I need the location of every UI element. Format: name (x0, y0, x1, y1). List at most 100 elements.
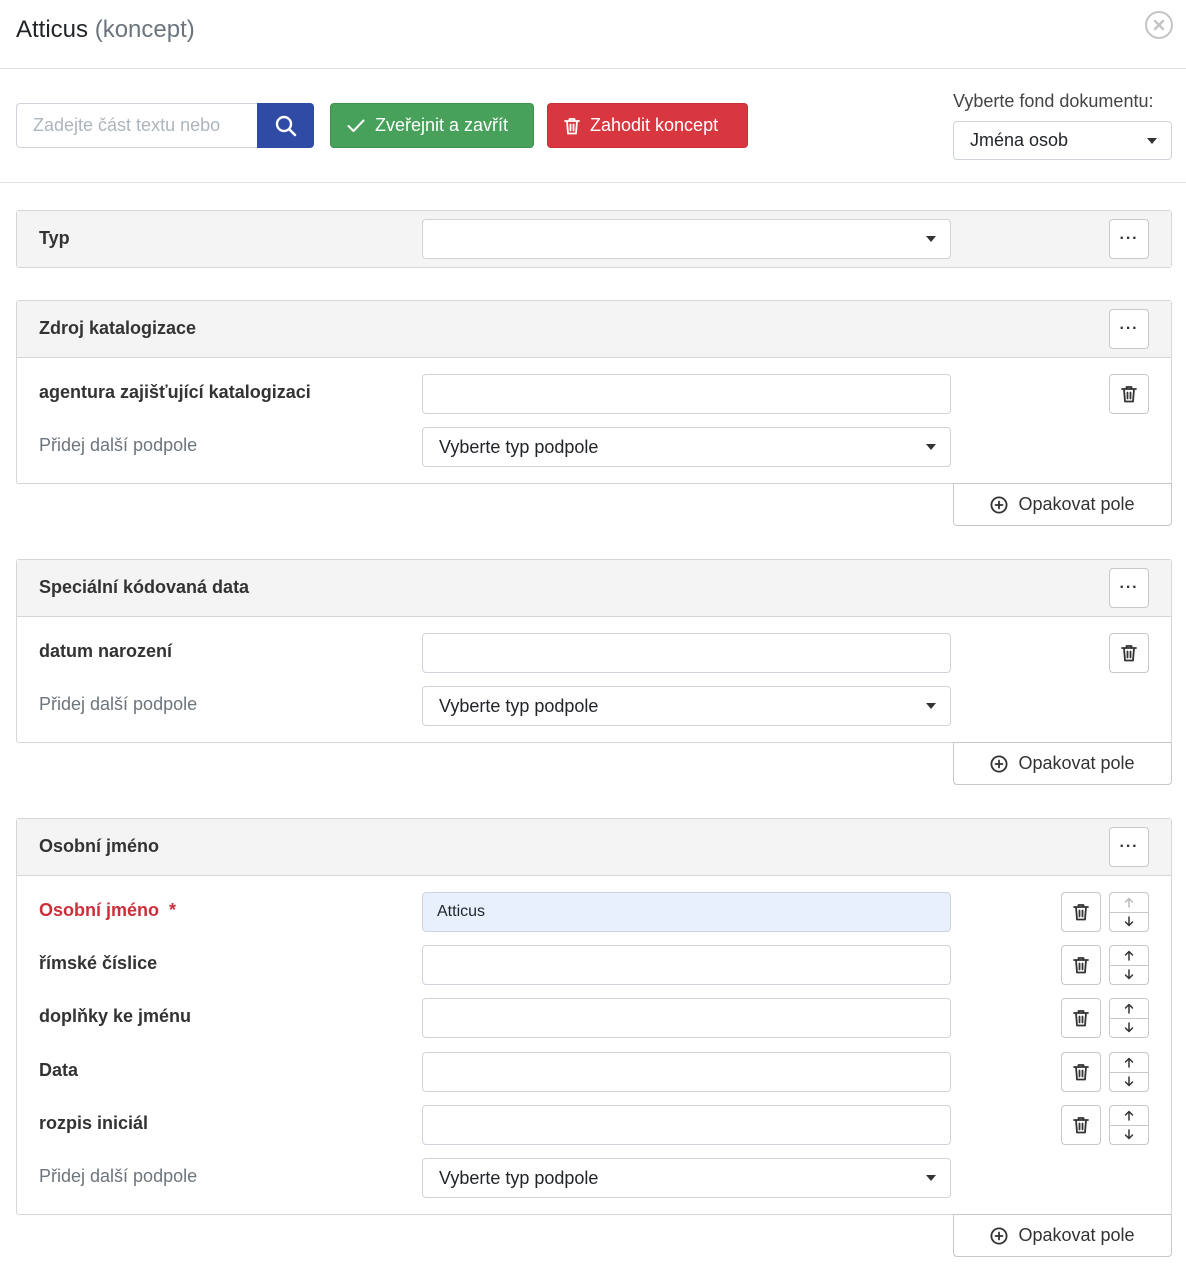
subfield-label: rozpis iniciál (39, 1113, 149, 1133)
add-subfield-row: Přidej další podpole Vyberte typ podpole (17, 1158, 1171, 1198)
arrow-up-icon (1124, 1003, 1134, 1014)
subfield-label-required: Osobní jméno * (39, 900, 176, 921)
subfield-row: rozpis iniciál (17, 1105, 1171, 1145)
arrow-up-icon (1124, 950, 1134, 961)
arrow-down-icon (1124, 1076, 1134, 1087)
trash-icon (1073, 1064, 1089, 1081)
subfield-row: Data (17, 1052, 1171, 1092)
arrow-down-icon (1124, 969, 1134, 980)
subfield-type-value: Vyberte typ podpole (439, 436, 599, 457)
ellipsis-icon: ··· (1119, 838, 1139, 855)
move-up-button[interactable] (1110, 946, 1148, 965)
trash-icon (564, 117, 580, 134)
section-header: Osobní jméno ··· (17, 819, 1171, 876)
ellipsis-icon: ··· (1119, 579, 1139, 596)
publish-label: Zveřejnit a zavřít (375, 115, 509, 135)
search-icon (275, 115, 296, 136)
discard-button[interactable]: Zahodit koncept (547, 103, 748, 148)
section-title: Zdroj katalogizace (39, 318, 197, 338)
more-options-button[interactable]: ··· (1109, 309, 1149, 349)
roman-numerals-input[interactable] (422, 945, 951, 985)
name-additions-input[interactable] (422, 998, 951, 1038)
section-header: Zdroj katalogizace ··· (17, 301, 1171, 358)
delete-subfield-button[interactable] (1061, 892, 1101, 932)
subfield-type-select[interactable]: Vyberte typ podpole (422, 1158, 951, 1198)
fond-select[interactable]: Jména osob (953, 121, 1172, 160)
record-title: Atticus (16, 16, 89, 43)
move-up-button[interactable] (1110, 1053, 1148, 1072)
delete-subfield-button[interactable] (1061, 945, 1101, 985)
section-title: Osobní jméno (39, 836, 160, 856)
move-up-button[interactable] (1110, 1106, 1148, 1125)
section-header: Typ ··· (17, 211, 1171, 267)
section-osobni-jmeno: Osobní jméno ··· Osobní jméno * římské č… (16, 818, 1172, 1215)
move-down-button[interactable] (1110, 1071, 1148, 1092)
trash-icon (1121, 386, 1137, 403)
subfield-type-select[interactable]: Vyberte typ podpole (422, 686, 951, 726)
move-up-button[interactable] (1110, 999, 1148, 1018)
delete-subfield-button[interactable] (1061, 998, 1101, 1038)
more-options-button[interactable]: ··· (1109, 219, 1149, 259)
caret-down-icon (926, 236, 936, 242)
required-marker: * (169, 900, 177, 920)
personal-name-input[interactable] (422, 892, 951, 932)
reorder-control (1109, 1052, 1149, 1092)
trash-icon (1073, 1010, 1089, 1027)
subfield-type-value: Vyberte typ podpole (439, 695, 599, 716)
delete-subfield-button[interactable] (1109, 633, 1149, 673)
search-input[interactable] (16, 103, 258, 148)
repeat-field-button[interactable]: Opakovat pole (953, 483, 1172, 526)
check-icon (347, 119, 365, 132)
move-up-button[interactable] (1110, 893, 1148, 912)
close-button[interactable] (1145, 11, 1173, 39)
subfield-label: římské číslice (39, 953, 158, 973)
move-down-button[interactable] (1110, 911, 1148, 932)
search-button[interactable] (257, 103, 314, 148)
ellipsis-icon: ··· (1119, 230, 1139, 247)
repeat-label: Opakovat pole (1018, 753, 1135, 773)
subfield-label-text: Osobní jméno (39, 900, 160, 920)
arrow-up-icon (1124, 1110, 1134, 1121)
subfield-type-value: Vyberte typ podpole (439, 1167, 599, 1188)
record-status: (koncept) (94, 16, 195, 43)
dates-input[interactable] (422, 1052, 951, 1092)
subfield-label: datum narození (39, 641, 173, 661)
section-title: Typ (39, 228, 70, 248)
delete-subfield-button[interactable] (1061, 1052, 1101, 1092)
typ-select[interactable] (422, 219, 951, 259)
trash-icon (1121, 645, 1137, 662)
birth-date-input[interactable] (422, 633, 951, 673)
delete-subfield-button[interactable] (1109, 374, 1149, 414)
more-options-button[interactable]: ··· (1109, 827, 1149, 867)
discard-label: Zahodit koncept (590, 115, 719, 135)
section-title: Speciální kódovaná data (39, 577, 250, 597)
plus-circle-icon (990, 496, 1008, 513)
initials-expansion-input[interactable] (422, 1105, 951, 1145)
arrow-down-icon (1124, 1129, 1134, 1140)
repeat-field-button[interactable]: Opakovat pole (953, 742, 1172, 785)
plus-circle-icon (990, 1227, 1008, 1244)
publish-button[interactable]: Zveřejnit a zavřít (330, 103, 534, 148)
move-down-button[interactable] (1110, 964, 1148, 985)
move-down-button[interactable] (1110, 1017, 1148, 1038)
reorder-control (1109, 945, 1149, 985)
toolbar: Zveřejnit a zavřít Zahodit koncept Vyber… (0, 69, 1186, 183)
subfield-row: datum narození (17, 633, 1171, 673)
subfield-type-select[interactable]: Vyberte typ podpole (422, 427, 951, 467)
ellipsis-icon: ··· (1119, 320, 1139, 337)
arrow-down-icon (1124, 1022, 1134, 1033)
more-options-button[interactable]: ··· (1109, 568, 1149, 608)
add-subfield-label: Přidej další podpole (39, 1166, 198, 1186)
move-down-button[interactable] (1110, 1124, 1148, 1145)
repeat-field-button[interactable]: Opakovat pole (953, 1214, 1172, 1257)
subfield-row: agentura zajišťující katalogizaci (17, 374, 1171, 414)
arrow-up-icon (1124, 897, 1134, 908)
delete-subfield-button[interactable] (1061, 1105, 1101, 1145)
cataloging-agency-input[interactable] (422, 374, 951, 414)
subfield-row: římské číslice (17, 945, 1171, 985)
repeat-label: Opakovat pole (1018, 494, 1135, 514)
caret-down-icon (1147, 138, 1157, 144)
caret-down-icon (926, 1175, 936, 1181)
trash-icon (1073, 1117, 1089, 1134)
subfield-row: doplňky ke jménu (17, 998, 1171, 1038)
